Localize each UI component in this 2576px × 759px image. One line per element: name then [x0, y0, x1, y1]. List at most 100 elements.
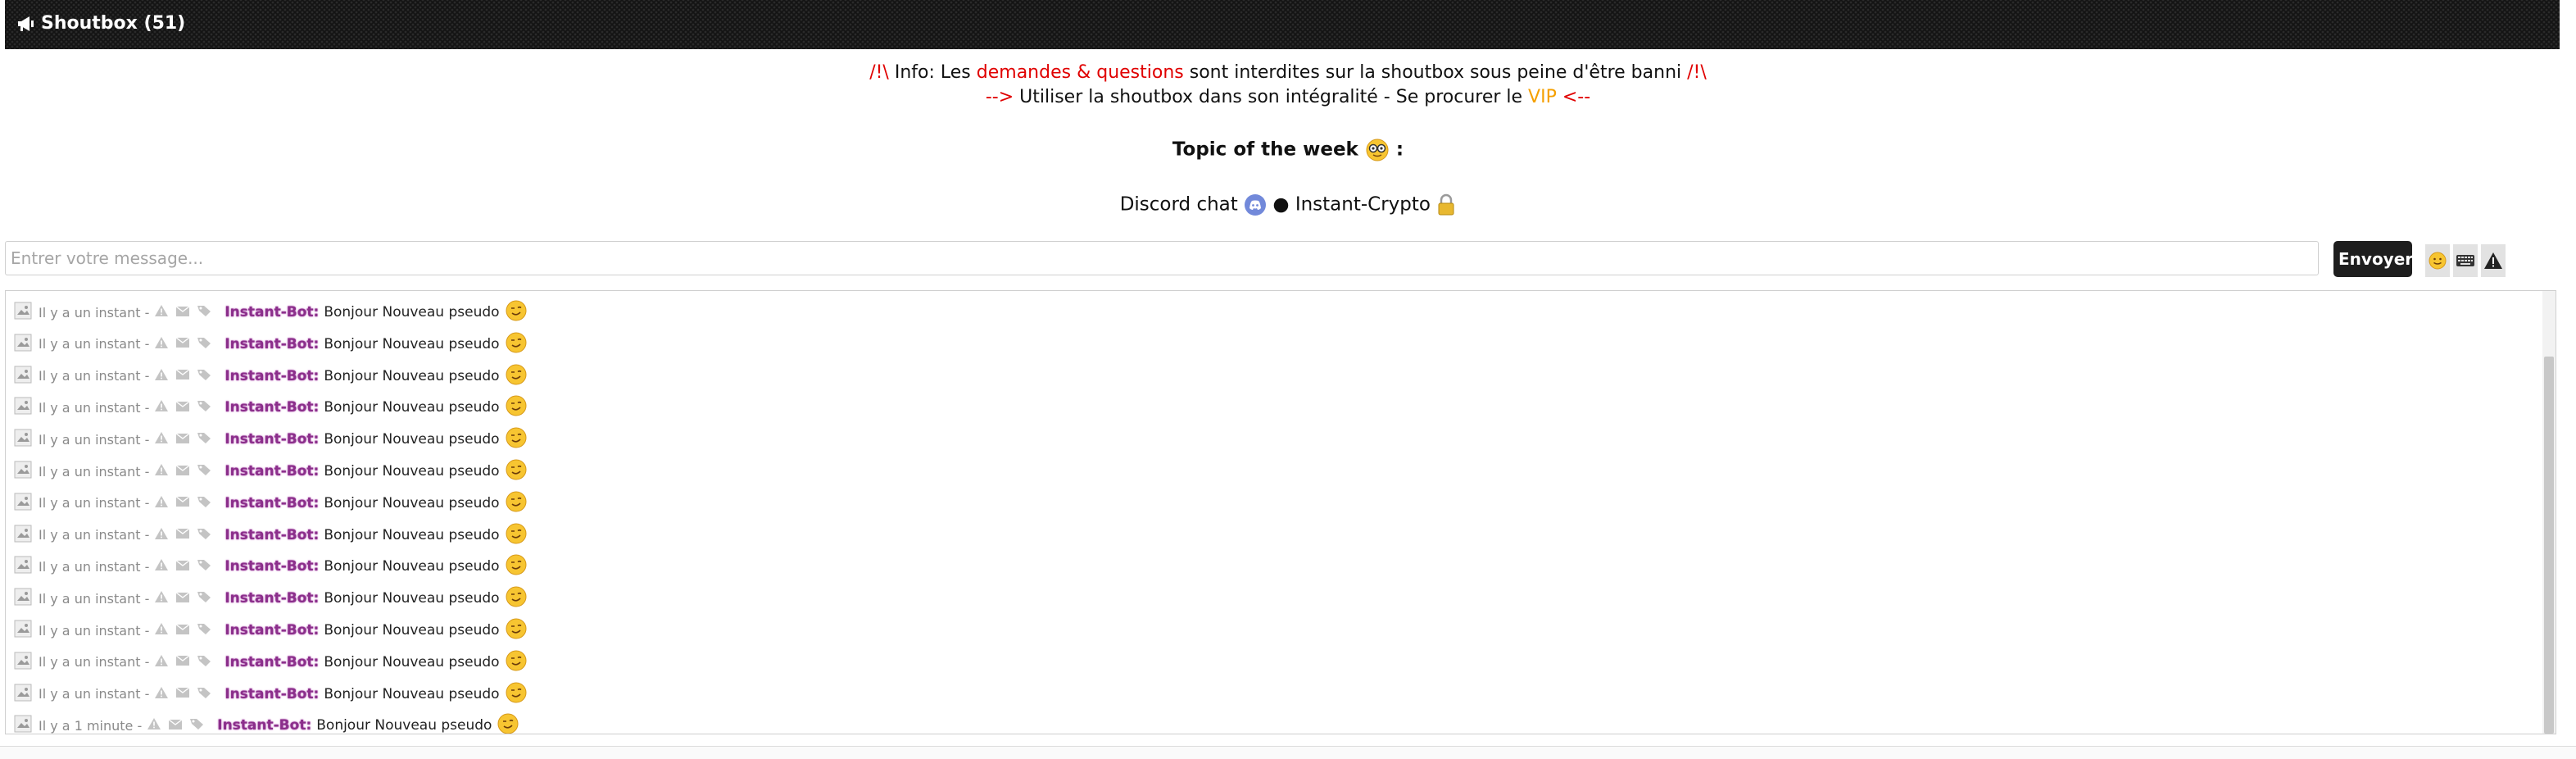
tag-icon[interactable]	[189, 717, 204, 734]
report-warning-icon[interactable]	[154, 686, 169, 702]
tag-icon[interactable]	[197, 527, 211, 543]
message-author[interactable]: Instant-Bot:	[224, 431, 319, 448]
avatar-icon[interactable]	[14, 493, 32, 514]
vip-link[interactable]: VIP	[1528, 87, 1557, 107]
scrollbar[interactable]	[2542, 291, 2556, 734]
message-author[interactable]: Instant-Bot:	[224, 304, 319, 320]
avatar-icon[interactable]	[14, 652, 32, 673]
report-warning-icon[interactable]	[154, 431, 169, 448]
report-warning-icon[interactable]	[147, 717, 161, 734]
message-author[interactable]: Instant-Bot:	[224, 495, 319, 511]
avatar-icon[interactable]	[14, 429, 32, 450]
message-text: Bonjour Nouveau pseudo	[324, 431, 500, 448]
message-author[interactable]: Instant-Bot:	[224, 368, 319, 384]
private-message-icon[interactable]	[175, 400, 190, 416]
tag-icon[interactable]	[197, 495, 211, 511]
message-author[interactable]: Instant-Bot:	[224, 654, 319, 670]
topic-colon: :	[1389, 139, 1404, 161]
discord-icon[interactable]	[1244, 193, 1267, 216]
private-message-icon[interactable]	[168, 718, 183, 734]
tag-icon[interactable]	[197, 654, 211, 670]
report-button[interactable]	[2481, 244, 2506, 277]
message-row: Il y a un instant - Instant-Bot: Bonjour N…	[14, 457, 528, 486]
report-warning-icon[interactable]	[154, 654, 169, 670]
avatar-icon[interactable]	[14, 556, 32, 577]
scrollbar-thumb[interactable]	[2544, 357, 2554, 734]
tag-icon[interactable]	[197, 463, 211, 479]
private-message-icon[interactable]	[175, 527, 190, 543]
report-warning-icon[interactable]	[154, 590, 169, 607]
report-warning-icon[interactable]	[154, 336, 169, 352]
report-warning-icon[interactable]	[154, 495, 169, 511]
message-list[interactable]: Il y a un instant - Instant-Bot: Bonjour N…	[5, 290, 2556, 734]
arrow-left: -->	[985, 87, 1014, 107]
report-warning-icon[interactable]	[154, 558, 169, 575]
tag-icon[interactable]	[197, 558, 211, 575]
avatar-icon[interactable]	[14, 588, 32, 609]
emoji-picker-button[interactable]	[2425, 244, 2450, 277]
message-author[interactable]: Instant-Bot:	[224, 558, 319, 575]
tag-icon[interactable]	[197, 431, 211, 448]
avatar-icon[interactable]	[14, 684, 32, 705]
message-text: Bonjour Nouveau pseudo	[324, 494, 500, 511]
tag-icon[interactable]	[197, 304, 211, 320]
smiley-emoji-icon	[505, 490, 528, 516]
send-button[interactable]: Envoyer	[2333, 241, 2413, 277]
private-message-icon[interactable]	[175, 305, 190, 320]
message-time: Il y a un instant -	[39, 654, 150, 670]
message-author[interactable]: Instant-Bot:	[217, 717, 311, 734]
smiley-emoji-icon	[505, 522, 528, 548]
shoutbox-title[interactable]: Shoutbox (51)	[16, 11, 185, 36]
message-text: Bonjour Nouveau pseudo	[324, 653, 500, 670]
instant-crypto-link[interactable]: Instant-Crypto	[1295, 194, 1431, 216]
message-author[interactable]: Instant-Bot:	[224, 686, 319, 702]
report-warning-icon[interactable]	[154, 304, 169, 320]
report-warning-icon[interactable]	[154, 622, 169, 639]
message-row: Il y a un instant - Instant-Bot: Bonjour N…	[14, 489, 528, 518]
private-message-icon[interactable]	[175, 654, 190, 670]
message-time: Il y a un instant -	[39, 304, 150, 320]
private-message-icon[interactable]	[175, 623, 190, 639]
message-row: Il y a un instant - Instant-Bot: Bonjour N…	[14, 425, 528, 454]
report-warning-icon[interactable]	[154, 527, 169, 543]
private-message-icon[interactable]	[175, 495, 190, 511]
avatar-icon[interactable]	[14, 334, 32, 355]
avatar-icon[interactable]	[14, 525, 32, 546]
avatar-icon[interactable]	[14, 715, 32, 734]
tag-icon[interactable]	[197, 622, 211, 639]
avatar-icon[interactable]	[14, 366, 32, 387]
private-message-icon[interactable]	[175, 432, 190, 448]
private-message-icon[interactable]	[175, 368, 190, 384]
report-warning-icon[interactable]	[154, 368, 169, 384]
message-author[interactable]: Instant-Bot:	[224, 336, 319, 352]
private-message-icon[interactable]	[175, 591, 190, 607]
message-input[interactable]	[5, 241, 2319, 275]
tag-icon[interactable]	[197, 399, 211, 416]
avatar-icon[interactable]	[14, 620, 32, 641]
avatar-icon[interactable]	[14, 302, 32, 323]
tag-icon[interactable]	[197, 590, 211, 607]
message-author[interactable]: Instant-Bot:	[224, 463, 319, 479]
message-row: Il y a un instant - Instant-Bot: Bonjour N…	[14, 616, 528, 645]
avatar-icon[interactable]	[14, 461, 32, 482]
private-message-icon[interactable]	[175, 559, 190, 575]
message-author[interactable]: Instant-Bot:	[224, 590, 319, 607]
private-message-icon[interactable]	[175, 686, 190, 702]
report-warning-icon[interactable]	[154, 399, 169, 416]
private-message-icon[interactable]	[175, 464, 190, 479]
tag-icon[interactable]	[197, 336, 211, 352]
message-author[interactable]: Instant-Bot:	[224, 399, 319, 416]
message-author[interactable]: Instant-Bot:	[224, 622, 319, 639]
tag-icon[interactable]	[197, 368, 211, 384]
info-line-rules: /!\ Info: Les demandes & questions sont …	[0, 61, 2576, 85]
message-author[interactable]: Instant-Bot:	[224, 527, 319, 543]
message-time: Il y a un instant -	[39, 622, 150, 639]
tag-icon[interactable]	[197, 686, 211, 702]
report-warning-icon[interactable]	[154, 463, 169, 479]
discord-link[interactable]: Discord chat	[1120, 194, 1238, 216]
keyboard-button[interactable]	[2453, 244, 2478, 277]
message-row: Il y a un instant - Instant-Bot: Bonjour N…	[14, 648, 528, 677]
avatar-icon[interactable]	[14, 397, 32, 418]
private-message-icon[interactable]	[175, 336, 190, 352]
message-time: Il y a un instant -	[39, 463, 150, 479]
